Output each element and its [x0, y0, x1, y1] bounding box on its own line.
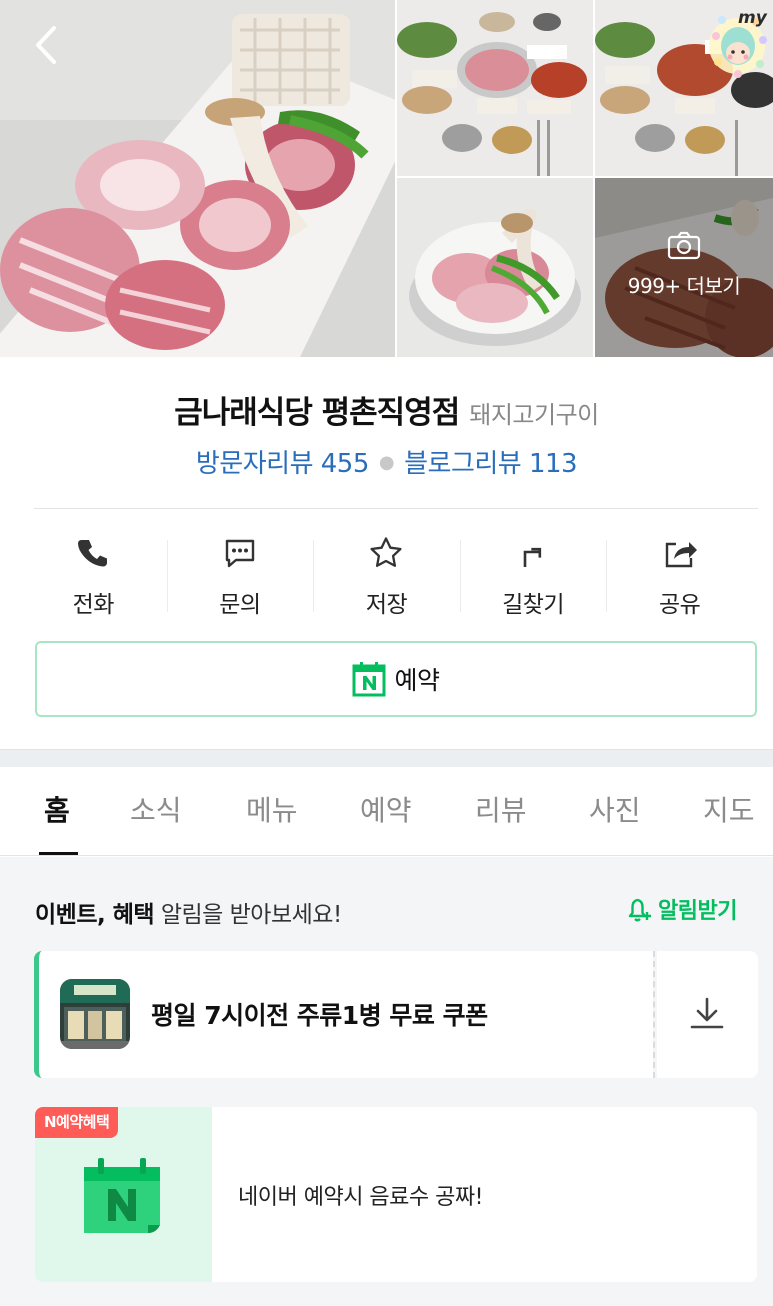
review-links: 방문자리뷰 455 ● 블로그리뷰 113: [0, 443, 773, 480]
my-badge-label: my: [738, 8, 767, 28]
chevron-left-icon: [36, 26, 56, 64]
more-photos[interactable]: 999+ 더보기: [595, 230, 773, 299]
subscribe-alarm-button[interactable]: 알림받기: [624, 893, 737, 925]
visitor-review-link[interactable]: 방문자리뷰 455: [196, 449, 370, 479]
tab-reservation[interactable]: 예약: [360, 789, 412, 829]
share-icon: [662, 535, 698, 571]
inquiry-label: 문의: [219, 592, 261, 618]
place-category: 돼지고기구이: [469, 401, 599, 429]
download-icon: [690, 997, 724, 1029]
reserve-button[interactable]: 예약: [35, 641, 757, 717]
blog-review-link[interactable]: 블로그리뷰 113: [404, 449, 578, 479]
directions-icon: [515, 535, 551, 571]
benefit-badge: N예약혜택: [35, 1107, 119, 1138]
store-thumbnail: [60, 979, 130, 1049]
save-button[interactable]: 저장: [313, 535, 460, 618]
coupon-card: 평일 7시이전 주류1병 무료 쿠폰: [34, 951, 758, 1078]
active-tab-indicator: [39, 852, 78, 855]
home-content: 이벤트, 혜택 알림을 받아보세요! 알림받기 평일 7시이전 주류1병 무료 …: [0, 857, 773, 1306]
event-notice-text: 알림을 받아보세요!: [154, 902, 342, 928]
tab-bar: 홈 소식 메뉴 예약 리뷰 사진 지도: [0, 767, 773, 856]
place-title-row: 금나래식당 평촌직영점 돼지고기구이: [0, 387, 773, 432]
photo-pork-bowl[interactable]: [397, 178, 593, 357]
tab-photo[interactable]: 사진: [589, 789, 641, 829]
call-button[interactable]: 전화: [20, 535, 167, 618]
share-button[interactable]: 공유: [606, 535, 753, 618]
naver-calendar-icon: [352, 661, 386, 697]
share-label: 공유: [659, 592, 701, 618]
tab-review[interactable]: 리뷰: [475, 789, 527, 829]
directions-button[interactable]: 길찾기: [459, 535, 607, 618]
naver-calendar-icon: [78, 1155, 168, 1233]
action-bar: 전화 문의 저장 길찾기 공유: [20, 535, 753, 618]
tab-menu[interactable]: 메뉴: [246, 789, 298, 829]
place-info: 금나래식당 평촌직영점 돼지고기구이 방문자리뷰 455 ● 블로그리뷰 113 전화…: [0, 357, 773, 749]
subscribe-alarm-label: 알림받기: [658, 899, 737, 924]
reserve-label: 예약: [394, 666, 440, 695]
save-label: 저장: [365, 592, 408, 618]
camera-icon: [667, 230, 701, 260]
call-label: 전화: [72, 592, 115, 618]
coupon-body[interactable]: 평일 7시이전 주류1병 무료 쿠폰: [34, 951, 653, 1078]
place-name: 금나래식당 평촌직영점: [174, 395, 460, 431]
my-profile-badge[interactable]: my: [708, 6, 770, 80]
event-notice: 이벤트, 혜택 알림을 받아보세요!: [35, 895, 342, 929]
photo-gallery: 999+ 더보기 my: [0, 0, 773, 357]
back-button[interactable]: [30, 22, 64, 68]
directions-label: 길찾기: [502, 592, 565, 618]
section-gap: [0, 749, 773, 767]
benefit-thumbnail: N예약혜택: [35, 1107, 212, 1282]
chat-icon: [222, 535, 258, 571]
benefit-text: 네이버 예약시 음료수 공짜!: [238, 1185, 483, 1210]
photo-more[interactable]: 999+ 더보기: [595, 178, 773, 357]
phone-icon: [75, 535, 111, 571]
tab-home[interactable]: 홈: [44, 789, 70, 829]
coupon-download-button[interactable]: [657, 951, 758, 1078]
bell-plus-icon: [624, 894, 654, 924]
tab-news[interactable]: 소식: [130, 789, 182, 829]
star-icon: [368, 535, 404, 571]
inquiry-button[interactable]: 문의: [166, 535, 314, 618]
divider: [34, 508, 758, 509]
separator-dot: ●: [378, 452, 395, 473]
coupon-title: 평일 7시이전 주류1병 무료 쿠폰: [151, 1001, 488, 1030]
more-photos-label: 999+ 더보기: [627, 274, 741, 298]
photo-table-setting-1[interactable]: [397, 0, 593, 176]
reservation-benefit-card[interactable]: N예약혜택 네이버 예약시 음료수 공짜!: [35, 1107, 757, 1282]
tab-map[interactable]: 지도: [703, 789, 755, 829]
event-notice-bold: 이벤트, 혜택: [35, 902, 155, 928]
